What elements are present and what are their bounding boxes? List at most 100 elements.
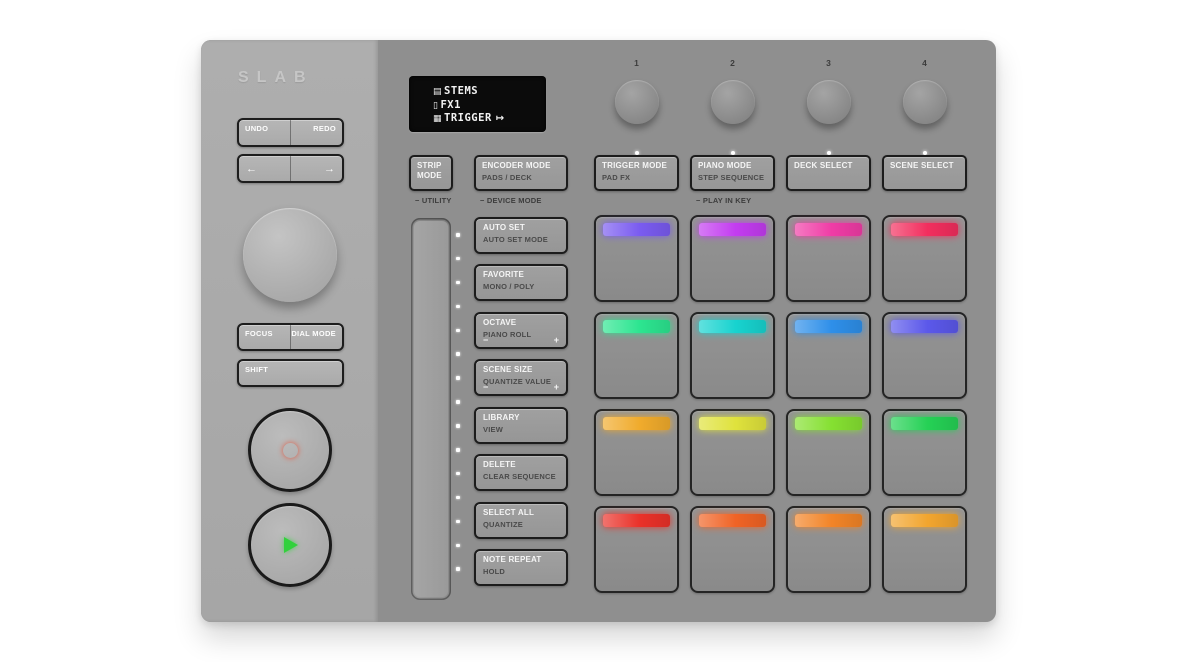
octave-plus-icon[interactable]: + bbox=[554, 335, 559, 345]
device-mode-shift-hint: − DEVICE MODE bbox=[480, 196, 542, 205]
scene-select-label: SCENE SELECT bbox=[890, 161, 954, 170]
touch-strip-surface[interactable] bbox=[414, 221, 448, 597]
performance-pad[interactable] bbox=[786, 506, 871, 593]
encoder-knob[interactable] bbox=[614, 80, 659, 124]
scene-select-button[interactable]: SCENE SELECT bbox=[882, 155, 967, 191]
display-line-2: ▯ FX1 bbox=[433, 99, 538, 113]
arrow-right-button[interactable]: → bbox=[290, 156, 342, 181]
strip-led bbox=[456, 471, 460, 476]
performance-pad[interactable] bbox=[882, 506, 967, 593]
scene-size-button[interactable]: SCENE SIZE QUANTIZE VALUE − + bbox=[474, 359, 568, 396]
play-in-key-shift-hint: − PLAY IN KEY bbox=[696, 196, 752, 205]
piano-mode-sublabel: STEP SEQUENCE bbox=[698, 173, 765, 182]
deck-select-button[interactable]: DECK SELECT bbox=[786, 155, 871, 191]
strip-led bbox=[456, 328, 460, 333]
select-all-label: SELECT ALL bbox=[483, 508, 535, 517]
scene-size-minus-icon[interactable]: − bbox=[483, 382, 488, 392]
utility-shift-hint: − UTILITY bbox=[415, 196, 452, 205]
performance-pad[interactable] bbox=[594, 506, 679, 593]
deck-select-label: DECK SELECT bbox=[794, 161, 853, 170]
strip-led-column bbox=[456, 233, 460, 571]
auto-set-button[interactable]: AUTO SET AUTO SET MODE bbox=[474, 217, 568, 254]
performance-pad[interactable] bbox=[786, 312, 871, 399]
play-button[interactable] bbox=[248, 503, 332, 587]
touch-strip[interactable] bbox=[411, 218, 451, 600]
display-line-2-text: FX1 bbox=[440, 98, 461, 111]
pad-color-light bbox=[699, 514, 766, 527]
note-repeat-sublabel: HOLD bbox=[483, 567, 506, 576]
pad-color-light bbox=[699, 417, 766, 430]
performance-pad[interactable] bbox=[594, 409, 679, 496]
performance-pad[interactable] bbox=[882, 312, 967, 399]
encoder-knob[interactable] bbox=[902, 80, 947, 124]
performance-pad[interactable] bbox=[690, 215, 775, 302]
pad-color-light bbox=[699, 320, 766, 333]
pad-color-light bbox=[795, 417, 862, 430]
scene-size-label: SCENE SIZE bbox=[483, 365, 533, 374]
library-button[interactable]: LIBRARY VIEW bbox=[474, 407, 568, 444]
strip-led bbox=[456, 376, 460, 380]
performance-pad[interactable] bbox=[690, 312, 775, 399]
performance-pad[interactable] bbox=[690, 409, 775, 496]
record-button[interactable] bbox=[248, 408, 332, 492]
pad-color-light bbox=[603, 417, 670, 430]
delete-label: DELETE bbox=[483, 460, 516, 469]
delete-button[interactable]: DELETE CLEAR SEQUENCE bbox=[474, 454, 568, 491]
encoder-knob-cell: 4 bbox=[882, 58, 967, 155]
encoder-mode-button[interactable]: ENCODER MODE PADS / DECK bbox=[474, 155, 568, 191]
strip-led bbox=[456, 543, 460, 548]
dial-mode-button[interactable]: DIAL MODE bbox=[290, 325, 342, 349]
strip-led bbox=[456, 567, 460, 571]
arrow-to-bar-icon: ↦ bbox=[495, 113, 505, 124]
library-sublabel: VIEW bbox=[483, 425, 503, 434]
performance-pad[interactable] bbox=[594, 215, 679, 302]
pad-color-light bbox=[795, 514, 862, 527]
encoder-knob[interactable] bbox=[710, 80, 755, 124]
trigger-mode-button[interactable]: TRIGGER MODE PAD FX bbox=[594, 155, 679, 191]
strip-led bbox=[456, 519, 460, 524]
strip-led bbox=[456, 280, 460, 285]
encoder-knob-cell: 3 bbox=[786, 58, 871, 155]
grid-icon: ▦ bbox=[433, 114, 443, 124]
trigger-mode-sublabel: PAD FX bbox=[602, 173, 631, 182]
octave-label: OCTAVE bbox=[483, 318, 517, 327]
redo-button[interactable]: REDO bbox=[290, 120, 342, 145]
display-line-1-text: STEMS bbox=[444, 85, 479, 97]
octave-button[interactable]: OCTAVE PIANO ROLL − + bbox=[474, 312, 568, 349]
strip-mode-button[interactable]: STRIP MODE bbox=[409, 155, 453, 191]
knob-number: 2 bbox=[730, 58, 735, 68]
undo-label: UNDO bbox=[245, 124, 269, 133]
arrow-left-button[interactable]: ← bbox=[239, 156, 290, 181]
focus-button[interactable]: FOCUS bbox=[239, 325, 290, 349]
pad-color-light bbox=[795, 223, 862, 236]
performance-pad[interactable] bbox=[594, 312, 679, 399]
favorite-sublabel: MONO / POLY bbox=[483, 282, 535, 291]
strip-icon: ▯ bbox=[433, 100, 439, 111]
octave-sublabel: PIANO ROLL bbox=[483, 330, 532, 339]
encoder-knob[interactable] bbox=[806, 80, 851, 124]
performance-pad[interactable] bbox=[882, 409, 967, 496]
scene-size-plus-icon[interactable]: + bbox=[554, 382, 559, 392]
shift-button[interactable]: SHIFT bbox=[237, 359, 344, 387]
dial-mode-label: DIAL MODE bbox=[291, 329, 336, 338]
pad-color-light bbox=[603, 223, 670, 236]
strip-mode-label: STRIP MODE bbox=[417, 161, 442, 180]
strip-led bbox=[456, 256, 460, 261]
play-icon bbox=[284, 537, 298, 553]
performance-pad[interactable] bbox=[690, 506, 775, 593]
main-dial[interactable] bbox=[243, 208, 337, 302]
undo-button[interactable]: UNDO bbox=[239, 120, 290, 145]
select-all-button[interactable]: SELECT ALL QUANTIZE bbox=[474, 502, 568, 539]
note-repeat-button[interactable]: NOTE REPEAT HOLD bbox=[474, 549, 568, 586]
trigger-mode-label: TRIGGER MODE bbox=[602, 161, 668, 170]
knob-number: 4 bbox=[922, 58, 927, 68]
piano-mode-button[interactable]: PIANO MODE STEP SEQUENCE bbox=[690, 155, 775, 191]
performance-pad[interactable] bbox=[786, 215, 871, 302]
pad-color-light bbox=[891, 223, 958, 236]
octave-minus-icon[interactable]: − bbox=[483, 335, 488, 345]
performance-pad[interactable] bbox=[882, 215, 967, 302]
performance-pad[interactable] bbox=[786, 409, 871, 496]
strip-led bbox=[456, 400, 460, 404]
favorite-button[interactable]: FAVORITE MONO / POLY bbox=[474, 264, 568, 301]
arrow-left-icon: ← bbox=[246, 162, 257, 175]
